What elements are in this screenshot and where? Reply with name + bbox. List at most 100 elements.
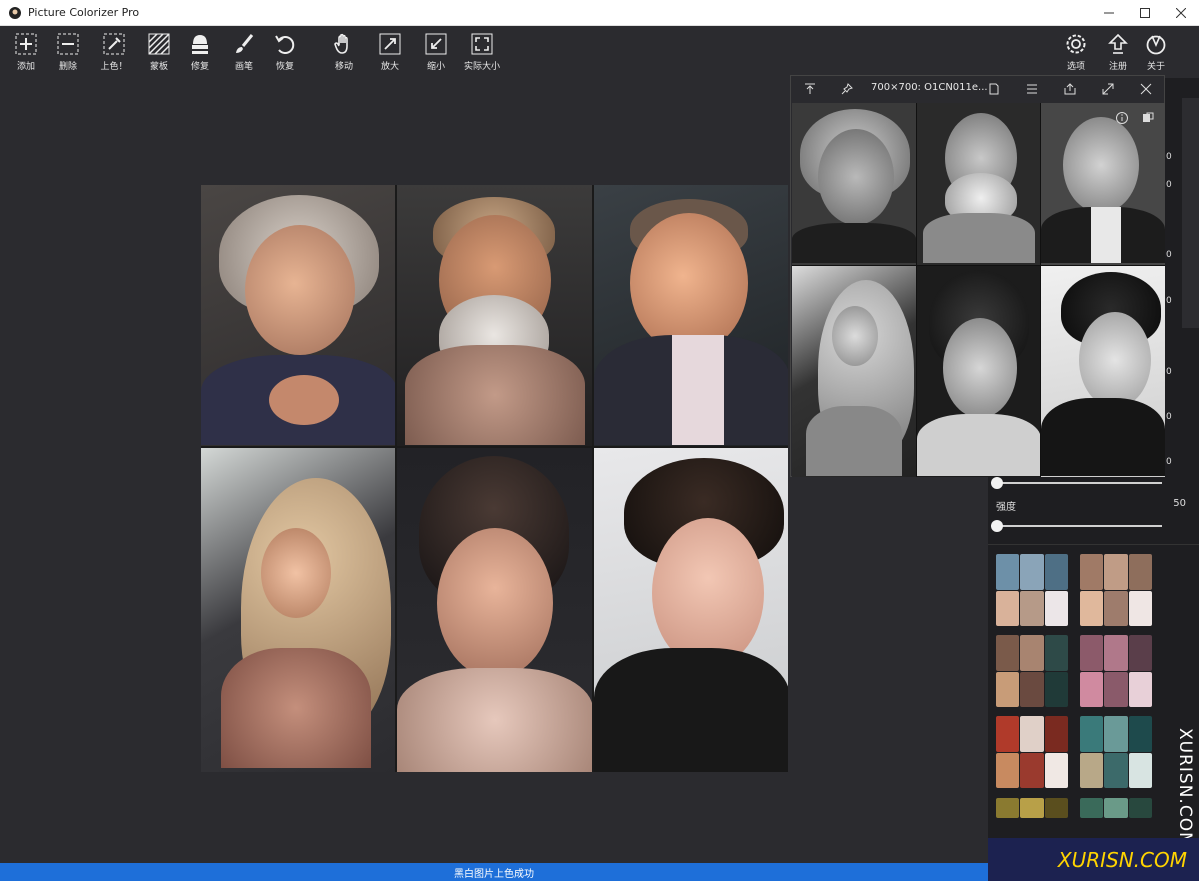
close-icon	[1176, 8, 1186, 18]
preview-close-button[interactable]	[1137, 80, 1155, 98]
preview-list-button[interactable]	[1023, 80, 1041, 98]
actual-size-icon	[471, 33, 493, 55]
undo-icon	[275, 35, 295, 54]
preview-file-button[interactable]	[985, 80, 1003, 98]
actual-size-label: 实际大小	[463, 62, 500, 72]
hand-icon	[334, 33, 348, 54]
zoom-out-icon	[425, 33, 447, 55]
preset-7[interactable]	[996, 798, 1068, 838]
colorize-label: 上色！	[100, 62, 128, 72]
preview-share-button[interactable]	[1061, 80, 1079, 98]
panel-value-5: 0	[1166, 367, 1172, 377]
about-button[interactable]: 关于	[1131, 32, 1181, 76]
app-logo-icon	[9, 6, 21, 19]
original-photo	[792, 103, 1165, 477]
original-portrait-3	[1041, 103, 1165, 266]
title-bar: Picture Colorizer Pro	[0, 0, 1199, 26]
zoom-out-button[interactable]: 缩小	[411, 32, 461, 76]
zoom-out-label: 缩小	[426, 62, 445, 72]
preset-4[interactable]	[1080, 635, 1152, 707]
preset-6[interactable]	[1080, 716, 1152, 788]
preview-pin-button[interactable]	[838, 80, 856, 98]
preset-2[interactable]	[1080, 554, 1152, 626]
preset-1[interactable]	[996, 554, 1068, 626]
portrait-5	[397, 448, 592, 772]
options-label: 选项	[1066, 62, 1085, 72]
preview-toolbar: 700×700: O1CN011e...	[791, 76, 1164, 102]
preview-top-button[interactable]	[801, 80, 819, 98]
compare-icon[interactable]	[1141, 110, 1155, 124]
move-button[interactable]: 移动	[319, 32, 369, 76]
brush-label: 画笔	[234, 62, 253, 72]
file-icon	[989, 83, 999, 95]
window-title: Picture Colorizer Pro	[28, 6, 140, 19]
about-label: 关于	[1146, 62, 1165, 72]
minimize-button[interactable]	[1091, 0, 1127, 26]
original-portrait-2	[916, 103, 1041, 266]
colorize-button[interactable]: 上色！	[89, 32, 139, 76]
compass-icon	[1146, 35, 1166, 55]
pin-icon	[841, 83, 853, 95]
maximize-icon	[1140, 8, 1150, 18]
actual-size-button[interactable]: 实际大小	[457, 32, 507, 76]
panel-value-1: 0	[1166, 152, 1172, 162]
slider-upper-knob[interactable]	[991, 477, 1003, 489]
main-toolbar: 添加 删除 上色！ 蒙板 修复 画笔 恢复 移动 放大 缩小 实际大小 选项 注…	[0, 26, 1199, 78]
original-portrait-5	[916, 266, 1041, 477]
eyedropper-icon	[103, 33, 125, 55]
plus-box-icon	[15, 33, 37, 55]
strength-value: 50	[1173, 498, 1186, 509]
info-icon[interactable]	[1115, 110, 1129, 124]
colorized-photo	[201, 185, 788, 772]
minimize-icon	[1104, 12, 1114, 14]
preset-5[interactable]	[996, 716, 1068, 788]
original-portrait-6	[1041, 266, 1165, 477]
mask-icon	[148, 33, 170, 55]
brush-icon	[236, 34, 254, 53]
original-portrait-1	[792, 103, 916, 266]
close-icon	[1140, 83, 1152, 95]
repair-label: 修复	[190, 62, 209, 72]
strength-slider[interactable]	[991, 520, 1162, 532]
preset-3[interactable]	[996, 635, 1068, 707]
maximize-button[interactable]	[1127, 0, 1163, 26]
portrait-3	[593, 185, 788, 447]
panel-value-6: 0	[1166, 412, 1172, 422]
preview-title: 700×700: O1CN011e...	[871, 82, 988, 93]
preview-expand-button[interactable]	[1099, 80, 1117, 98]
panel-value-3: 0	[1166, 250, 1172, 260]
panel-value-2: 0	[1166, 180, 1172, 190]
original-portrait-4	[792, 266, 916, 477]
slider-upper[interactable]	[991, 477, 1162, 489]
zoom-in-button[interactable]: 放大	[365, 32, 415, 76]
panel-value-7: 0	[1166, 457, 1172, 467]
share-icon	[1064, 83, 1076, 95]
portrait-1	[201, 185, 396, 447]
strength-slider-knob[interactable]	[991, 520, 1003, 532]
repair-button[interactable]: 修复	[175, 32, 225, 76]
corner-watermark: XURISN.COM	[988, 838, 1199, 881]
preset-8[interactable]	[1080, 798, 1152, 838]
close-button[interactable]	[1163, 0, 1199, 26]
gear-icon	[1066, 34, 1086, 54]
move-label: 移动	[334, 62, 353, 72]
expand-icon	[1102, 83, 1114, 95]
zoom-in-icon	[379, 33, 401, 55]
panel-value-4: 0	[1166, 296, 1172, 306]
upload-icon	[1108, 33, 1128, 54]
app-window: Picture Colorizer Pro 添加 删除 上色！ 蒙板 修复 画笔…	[0, 0, 1199, 881]
watermark-text: XURISN.COM	[1175, 728, 1195, 848]
mask-label: 蒙板	[149, 62, 168, 72]
delete-button[interactable]: 删除	[43, 32, 93, 76]
pin-top-icon	[805, 83, 815, 94]
portrait-6	[593, 448, 788, 772]
portrait-4	[201, 448, 396, 772]
restore-button[interactable]: 恢复	[260, 32, 310, 76]
zoom-in-label: 放大	[380, 62, 399, 72]
list-icon	[1027, 84, 1037, 94]
strength-row: 强度 50	[996, 498, 1186, 516]
status-bar: 黑白图片上色成功	[0, 863, 988, 881]
minus-box-icon	[57, 33, 79, 55]
status-text: 黑白图片上色成功	[454, 868, 534, 880]
delete-label: 删除	[58, 62, 77, 72]
